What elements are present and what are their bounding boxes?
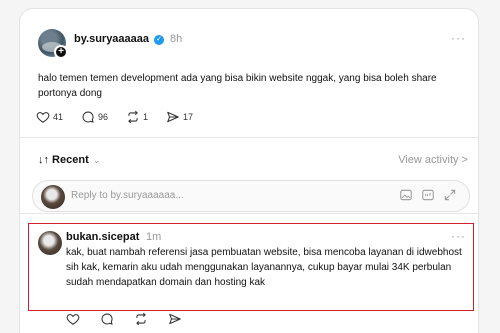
share-count: 17 bbox=[183, 112, 194, 122]
like-count: 41 bbox=[53, 112, 64, 122]
view-activity-link[interactable]: View activity > bbox=[398, 154, 468, 166]
reply-time: 1m bbox=[146, 231, 162, 243]
repost-count: 1 bbox=[143, 112, 149, 122]
verified-icon: ✓ bbox=[154, 35, 164, 45]
repost-icon[interactable] bbox=[134, 312, 148, 326]
reply-input[interactable]: Reply to by.suryaaaaaa... bbox=[32, 180, 470, 212]
send-icon bbox=[167, 111, 179, 123]
image-icon[interactable] bbox=[399, 188, 413, 202]
share-button[interactable]: 17 bbox=[166, 110, 193, 124]
reply-username[interactable]: bukan.sicepat bbox=[66, 231, 139, 243]
post-time: 8h bbox=[170, 33, 183, 45]
reply-avatar[interactable] bbox=[38, 231, 62, 255]
post-text: halo temen temen development ada yang bi… bbox=[38, 73, 437, 99]
repost-button[interactable]: 1 bbox=[126, 110, 148, 124]
heart-icon[interactable] bbox=[66, 312, 80, 326]
sort-dropdown[interactable]: ↓↑ Recent ⌄ bbox=[38, 154, 100, 166]
user-avatar bbox=[41, 185, 65, 209]
heart-icon bbox=[36, 112, 50, 123]
comment-icon[interactable] bbox=[100, 312, 114, 326]
reply-actions bbox=[66, 312, 202, 326]
reply-placeholder: Reply to by.suryaaaaaa... bbox=[71, 190, 184, 201]
reply-tools bbox=[391, 188, 457, 202]
poster-username[interactable]: by.suryaaaaaa bbox=[74, 33, 149, 45]
comment-count: 96 bbox=[98, 112, 109, 122]
repost-icon bbox=[128, 110, 138, 124]
reply-text: kak, buat nambah referensi jasa pembuata… bbox=[66, 247, 462, 288]
gif-icon[interactable] bbox=[421, 188, 435, 202]
chevron-down-icon: ⌄ bbox=[92, 154, 101, 165]
send-icon[interactable] bbox=[168, 312, 182, 326]
divider bbox=[20, 137, 478, 138]
post-more-icon[interactable]: ··· bbox=[451, 31, 466, 45]
post-actions: 41 96 1 17 bbox=[36, 110, 211, 124]
follow-plus-icon[interactable]: + bbox=[54, 45, 68, 59]
comment-icon bbox=[82, 111, 94, 123]
expand-icon[interactable] bbox=[443, 188, 457, 202]
divider bbox=[20, 213, 478, 214]
reply-more-icon[interactable]: ··· bbox=[451, 229, 466, 243]
comment-button[interactable]: 96 bbox=[81, 110, 108, 124]
thread-card: + by.suryaaaaaa ✓ 8h ··· halo temen teme… bbox=[19, 8, 479, 333]
sort-label: ↓↑ Recent bbox=[38, 154, 89, 166]
like-button[interactable]: 41 bbox=[36, 110, 63, 124]
